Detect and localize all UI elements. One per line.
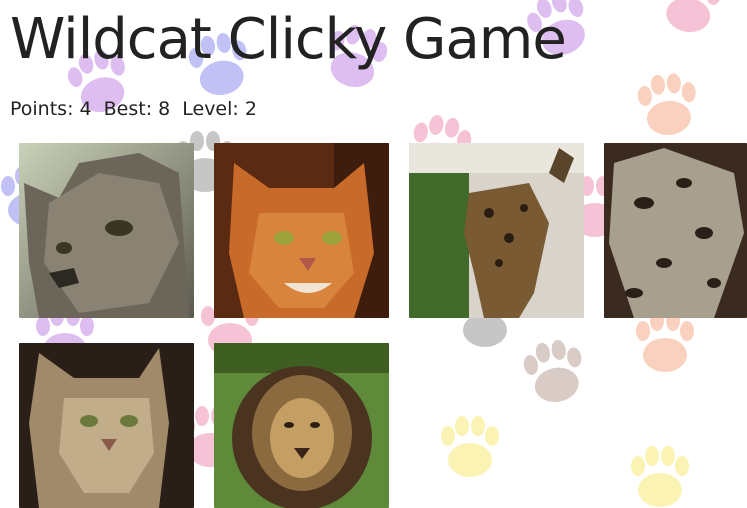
paw-print-icon bbox=[636, 311, 694, 372]
points-value: 4 bbox=[79, 98, 92, 120]
wildcat-card-tabby-closeup[interactable] bbox=[19, 143, 194, 318]
wildcat-card-leopard-cat[interactable] bbox=[409, 143, 584, 318]
wildcat-card-clouded-leopard[interactable] bbox=[604, 143, 747, 318]
paw-print-icon bbox=[441, 416, 499, 477]
page-title: Wildcat Clicky Game bbox=[10, 7, 567, 72]
best-value: 8 bbox=[158, 98, 171, 120]
score-bar: Points: 4 Best: 8 Level: 2 bbox=[10, 96, 566, 122]
golden-cat-image bbox=[214, 143, 389, 318]
clouded-leopard-image bbox=[604, 143, 747, 318]
leopard-cat-image bbox=[409, 143, 584, 318]
points-label: Points: bbox=[10, 98, 74, 120]
wildcat-card-lion[interactable] bbox=[214, 343, 389, 508]
tabby-cat-image bbox=[19, 143, 194, 318]
wildcat-card-asian-golden-cat[interactable] bbox=[214, 143, 389, 318]
wildcat-card-european-wildcat[interactable] bbox=[19, 343, 194, 508]
paw-print-icon bbox=[523, 340, 582, 403]
game-header: Wildcat Clicky Game Points: 4 Best: 8 Leve… bbox=[10, 0, 567, 122]
lion-image bbox=[214, 343, 389, 508]
paw-print-icon bbox=[631, 446, 689, 507]
paw-print-icon bbox=[666, 0, 722, 33]
best-label: Best: bbox=[103, 98, 153, 120]
european-wildcat-image bbox=[19, 343, 194, 508]
paw-print-icon bbox=[637, 73, 696, 136]
level-label: Level: bbox=[182, 98, 239, 120]
level-value: 2 bbox=[244, 98, 257, 120]
